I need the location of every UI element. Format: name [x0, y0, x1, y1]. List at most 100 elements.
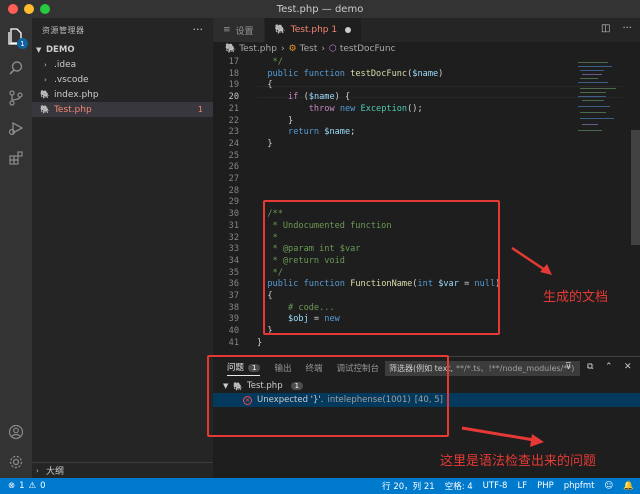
- status-bar: ⊗ 1 ⚠ 0 行 20，列 21 空格: 4 UTF-8 LF PHP php…: [0, 478, 640, 494]
- indentation[interactable]: 空格: 4: [445, 480, 473, 492]
- editor-actions: ◫ ···: [601, 23, 632, 34]
- code-line[interactable]: 19 {: [213, 80, 623, 92]
- php-file-icon: 🐘: [40, 105, 50, 114]
- breadcrumb-class[interactable]: Test: [300, 44, 318, 54]
- encoding[interactable]: UTF-8: [483, 481, 508, 491]
- code-line[interactable]: 21 throw new Exception();: [213, 104, 623, 116]
- more-actions-icon[interactable]: ···: [622, 23, 632, 34]
- code-line[interactable]: 22 }: [213, 116, 623, 128]
- line-number: 26: [228, 162, 239, 173]
- outline-section[interactable]: › 大纲: [32, 462, 213, 478]
- window-controls[interactable]: [8, 4, 50, 14]
- tree-item-idea[interactable]: › .idea: [32, 57, 213, 72]
- line-number: 29: [228, 197, 239, 208]
- filter-placeholder: **/*.ts、!**/node_modules/**): [456, 364, 575, 373]
- breadcrumb-method[interactable]: testDocFunc: [340, 44, 396, 54]
- folder-demo[interactable]: ▼ DEMO: [32, 42, 213, 57]
- editor-tabs: ≡ 设置 🐘 Test.php 1 ◫ ···: [213, 18, 640, 42]
- split-editor-icon[interactable]: ◫: [601, 23, 610, 34]
- php-file-icon: 🐘: [274, 25, 286, 35]
- line-number: 21: [228, 103, 239, 114]
- minimize-window-button[interactable]: [24, 4, 34, 14]
- annotation-arrow-icon: [511, 246, 552, 275]
- chevron-up-icon[interactable]: ⌃: [605, 362, 613, 372]
- tree-item-label: Test.php: [53, 104, 92, 115]
- code-line[interactable]: 23 return $name;: [213, 127, 623, 139]
- chevron-right-icon: ›: [321, 44, 325, 54]
- problems-status[interactable]: ⊗ 1 ⚠ 0: [8, 481, 46, 491]
- line-number: 22: [228, 115, 239, 126]
- feedback-icon[interactable]: ☺: [605, 481, 614, 491]
- code-line[interactable]: 20 if ($name) {: [213, 92, 623, 104]
- tab-test-php[interactable]: 🐘 Test.php 1: [264, 18, 363, 42]
- window-title: Test.php — demo: [276, 3, 364, 15]
- explorer-sidebar: 资源管理器 ··· ▼ DEMO › .idea › .vscode 🐘 ind…: [32, 18, 213, 478]
- source-control-icon[interactable]: [6, 88, 26, 108]
- line-code: }: [257, 115, 294, 126]
- language-mode[interactable]: PHP: [537, 481, 554, 491]
- annotation-box-syntax: [207, 355, 449, 437]
- filter-icon[interactable]: ⊽: [565, 362, 572, 372]
- chevron-right-icon: ›: [44, 60, 47, 69]
- tab-settings[interactable]: ≡ 设置: [213, 18, 265, 42]
- end-of-line[interactable]: LF: [517, 481, 527, 491]
- chevron-right-icon: ›: [36, 466, 39, 475]
- scrollbar-thumb[interactable]: [631, 130, 640, 245]
- line-number: 18: [228, 68, 239, 79]
- line-number: 27: [228, 174, 239, 184]
- code-line[interactable]: 41}: [213, 338, 623, 348]
- annotation-box-doc: [263, 200, 500, 335]
- line-code: }: [257, 138, 273, 149]
- code-line[interactable]: 28: [213, 186, 623, 198]
- gear-icon[interactable]: [6, 452, 26, 472]
- line-code: throw new Exception();: [308, 103, 423, 114]
- collapse-all-icon[interactable]: ⧉: [587, 362, 593, 372]
- outline-label: 大纲: [46, 467, 65, 477]
- unsaved-dot-icon[interactable]: [345, 27, 352, 33]
- minimap[interactable]: [572, 56, 630, 176]
- line-number: 39: [228, 314, 239, 325]
- code-line[interactable]: 24 }: [213, 139, 623, 151]
- formatter[interactable]: phpfmt: [564, 481, 595, 491]
- cursor-position[interactable]: 行 20，列 21: [382, 480, 435, 492]
- annotation-arrow-icon: [461, 426, 544, 447]
- tree-item-index-php[interactable]: 🐘 index.php: [32, 87, 213, 102]
- status-warnings: 0: [40, 481, 46, 491]
- line-number: 28: [228, 185, 239, 196]
- extensions-icon[interactable]: [6, 148, 26, 168]
- line-code: */: [257, 57, 283, 67]
- line-code: if ($name) {: [288, 92, 351, 103]
- breadcrumb-file[interactable]: Test.php: [239, 44, 277, 54]
- bell-icon[interactable]: 🔔: [623, 481, 634, 491]
- explorer-icon[interactable]: 1: [6, 26, 28, 49]
- run-debug-icon[interactable]: [6, 118, 26, 138]
- line-number: 31: [228, 220, 239, 231]
- search-icon[interactable]: [6, 58, 26, 78]
- line-code: return $name;: [288, 127, 356, 138]
- line-number: 41: [228, 337, 239, 348]
- error-icon: ⊗: [8, 481, 16, 491]
- code-line[interactable]: 17 */: [213, 57, 623, 69]
- close-window-button[interactable]: [8, 4, 18, 14]
- code-line[interactable]: 25: [213, 151, 623, 163]
- line-number: 38: [228, 302, 239, 313]
- zoom-window-button[interactable]: [40, 4, 50, 14]
- line-number: 37: [228, 291, 239, 301]
- line-number: 36: [228, 279, 239, 290]
- line-code: {: [257, 80, 273, 91]
- close-icon[interactable]: ✕: [624, 362, 632, 372]
- explorer-header: 资源管理器: [42, 25, 85, 35]
- more-actions-icon[interactable]: ···: [193, 23, 204, 36]
- settings-file-icon: ≡: [223, 25, 231, 35]
- line-number: 19: [228, 80, 239, 91]
- line-number: 35: [228, 267, 239, 278]
- tree-item-test-php[interactable]: 🐘 Test.php 1: [32, 102, 213, 117]
- tree-item-vscode[interactable]: › .vscode: [32, 72, 213, 87]
- line-number: 24: [228, 138, 239, 149]
- line-number: 32: [228, 232, 239, 243]
- code-line[interactable]: 27: [213, 174, 623, 186]
- code-line[interactable]: 26: [213, 162, 623, 174]
- account-icon[interactable]: [6, 422, 26, 442]
- tab-label: 设置: [235, 26, 254, 37]
- code-line[interactable]: 18 public function testDocFunc($name): [213, 69, 623, 81]
